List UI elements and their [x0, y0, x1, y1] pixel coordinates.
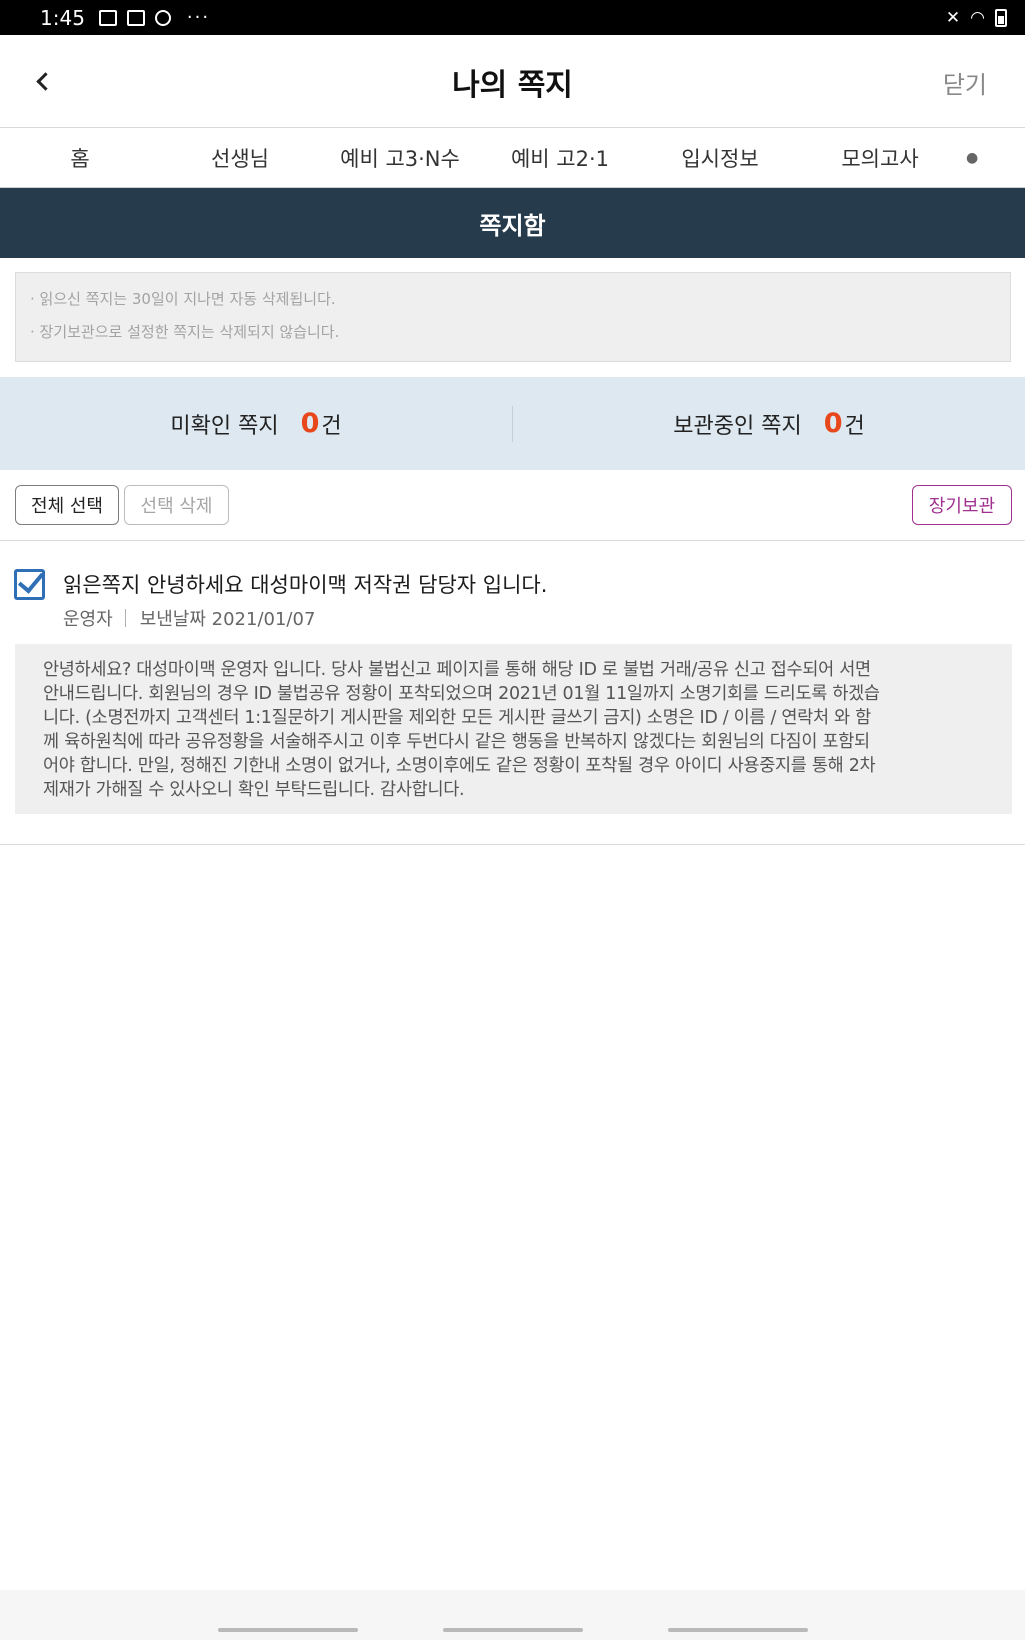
keep-long-term-button[interactable]: 장기보관: [912, 485, 1012, 525]
unread-count-label: 미확인 쪽지: [170, 413, 279, 439]
message-checkbox[interactable]: [14, 569, 45, 600]
status-bar: 1:45 ··· ✕ ◠: [0, 0, 1025, 35]
message-date: 보낸날짜 2021/01/07: [139, 609, 316, 630]
message-meta: 운영자 보낸날짜 2021/01/07: [63, 605, 315, 631]
section-title: 쪽지함: [479, 211, 546, 240]
tab-pre-g3[interactable]: 예비 고3·N수: [320, 143, 480, 173]
app-notification-icon: [154, 9, 171, 26]
notice-line: · 장기보관으로 설정한 쪽지는 삭제되지 않습니다.: [30, 323, 340, 341]
divider: [0, 540, 1025, 541]
message-body-line: 니다. (소명전까지 고객센터 1:1질문하기 게시판을 제외한 모든 게시판 …: [43, 708, 871, 728]
select-all-button[interactable]: 전체 선택: [15, 485, 119, 525]
tab-pre-g2-1[interactable]: 예비 고2·1: [480, 143, 640, 173]
kept-count-unit: 건: [844, 413, 865, 439]
unread-count-value: 0: [300, 408, 320, 439]
kept-count-label: 보관중인 쪽지: [673, 413, 802, 439]
nav-home-button[interactable]: [443, 1628, 583, 1632]
message-body-line: 안녕하세요? 대성마이맥 운영자 입니다. 당사 불법신고 페이지를 통해 해당…: [43, 660, 871, 680]
tab-teachers[interactable]: 선생님: [160, 143, 320, 173]
page-title: 나의 쪽지: [452, 68, 573, 103]
notice-box: · 읽으신 쪽지는 30일이 지나면 자동 삭제됩니다. · 장기보관으로 설정…: [15, 272, 1011, 362]
message-title[interactable]: 읽은쪽지 안녕하세요 대성마이맥 저작권 담당자 입니다.: [63, 569, 547, 599]
unread-count: 미확인 쪽지 0 건: [0, 408, 512, 440]
system-nav-bar: [0, 1590, 1025, 1640]
unread-count-unit: 건: [321, 413, 342, 439]
nav-recent-button[interactable]: [218, 1628, 358, 1632]
notice-line: · 읽으신 쪽지는 30일이 지나면 자동 삭제됩니다.: [30, 290, 336, 308]
battery-icon: [995, 8, 1007, 27]
nav-back-button[interactable]: [668, 1628, 808, 1632]
header: 나의 쪽지 닫기: [0, 35, 1025, 128]
wifi-icon: ◠: [970, 7, 985, 28]
divider: [124, 609, 126, 627]
status-more: ···: [186, 7, 211, 28]
close-button[interactable]: 닫기: [943, 65, 987, 100]
gallery-icon: [98, 9, 117, 26]
mute-icon: ✕: [945, 7, 961, 28]
kept-count-value: 0: [823, 408, 843, 439]
message-body-line: 안내드립니다. 회원님의 경우 ID 불법공유 정황이 포착되었으며 2021년…: [43, 684, 880, 704]
kept-count: 보관중인 쪽지 0 건: [513, 408, 1025, 440]
tab-mock-exam[interactable]: 모의고사: [800, 143, 960, 173]
message-sender: 운영자: [63, 609, 113, 630]
tab-home[interactable]: 홈: [0, 143, 160, 173]
tab-bar: 홈 선생님 예비 고3·N수 예비 고2·1 입시정보 모의고사 ●: [0, 128, 1025, 188]
message-body: 안녕하세요? 대성마이맥 운영자 입니다. 당사 불법신고 페이지를 통해 해당…: [15, 644, 1012, 814]
message-counts: 미확인 쪽지 0 건 보관중인 쪽지 0 건: [0, 377, 1025, 470]
delete-selected-button[interactable]: 선택 삭제: [124, 485, 229, 525]
tab-scroll-indicator-icon: ●: [966, 149, 979, 166]
section-header: 쪽지함: [0, 188, 1025, 258]
status-notification-icons: [98, 9, 171, 26]
message-body-line: 께 육하원칙에 따라 공유정황을 서술해주시고 이후 두번다시 같은 행동을 반…: [43, 732, 870, 752]
status-system-icons: ✕ ◠: [946, 8, 1007, 28]
message-body-line: 어야 합니다. 만일, 정해진 기한내 소명이 없거나, 소명이후에도 같은 정…: [43, 756, 876, 776]
tab-admissions[interactable]: 입시정보: [640, 143, 800, 173]
message-body-line: 제재가 가해질 수 있사오니 확인 부탁드립니다. 감사합니다.: [43, 780, 465, 800]
status-time: 1:45: [40, 5, 85, 30]
download-icon: [126, 9, 145, 26]
divider: [0, 844, 1025, 845]
